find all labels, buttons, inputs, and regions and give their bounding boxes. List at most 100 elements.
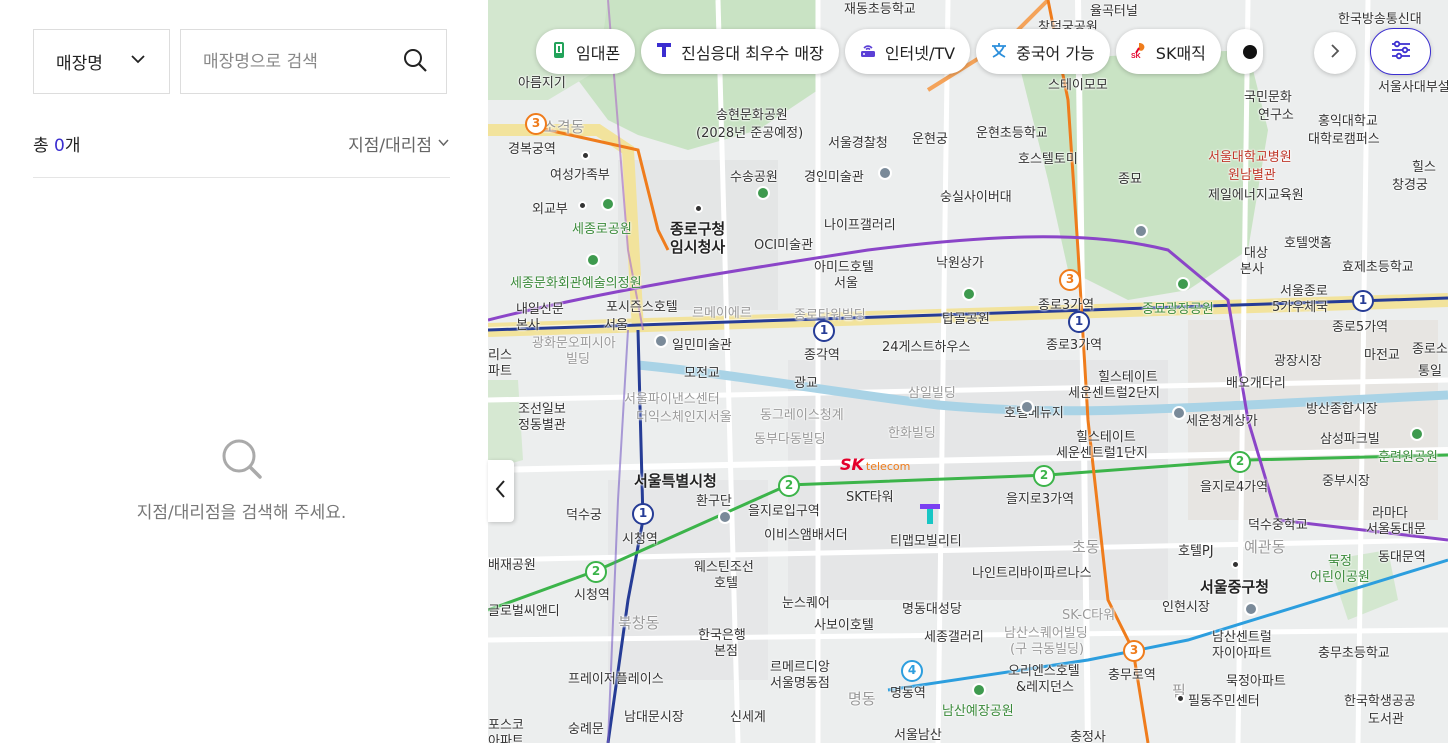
search-type-label: 매장명 <box>56 54 103 74</box>
map-label: 5가우체국 <box>1272 300 1329 315</box>
chip-best-service-store[interactable]: 진심응대 최우수 매장 <box>641 29 839 74</box>
map-label: 방산종합시장 <box>1306 402 1378 417</box>
result-count: 총 0개 <box>33 136 81 156</box>
map-label: 연구소 <box>1258 108 1294 123</box>
chevron-right-icon <box>1327 43 1343 63</box>
map-label: 인현시장 <box>1162 600 1210 615</box>
station-marker[interactable]: 2 <box>1229 451 1251 473</box>
station-marker[interactable]: 2 <box>1033 465 1055 487</box>
map-label: SK-C타워 <box>1062 608 1116 623</box>
chip-more[interactable] <box>1226 29 1263 74</box>
map-label: 종로소 <box>1412 342 1448 357</box>
map-label: 필동주민센터 <box>1188 694 1260 709</box>
map-label: 훈련원공원 <box>1378 450 1438 465</box>
router-icon <box>859 41 877 63</box>
map-label: 시청역 <box>622 532 658 547</box>
map-label: 경인미술관 <box>804 170 864 185</box>
sliders-icon <box>1389 38 1413 66</box>
map-label: 운현궁 <box>912 132 948 147</box>
place-dot-icon <box>581 151 590 160</box>
map-label: 을지로4가역 <box>1200 480 1269 495</box>
station-marker[interactable]: 2 <box>778 475 800 497</box>
station-marker[interactable]: 1 <box>1352 290 1374 312</box>
map-label: 효제초등학교 <box>1342 260 1414 275</box>
map-label: 배재공원 <box>488 558 536 573</box>
translate-icon <box>990 41 1008 63</box>
map-label: 세종로공원 <box>572 222 632 237</box>
search-type-select[interactable]: 매장명 <box>33 29 170 94</box>
map-label: 임시청사 <box>670 238 726 256</box>
map-label: 숭실사이버대 <box>940 190 1012 205</box>
store-search-box <box>180 29 447 94</box>
map-label: 한국학생공공 <box>1344 694 1416 709</box>
map-label: 한화빌딩 <box>888 426 936 441</box>
store-search-input[interactable] <box>203 51 393 72</box>
chip-sk-magic[interactable]: SK SK매직 <box>1115 29 1221 74</box>
map-label: 종묘 <box>1118 172 1142 187</box>
map-label: 제일에너지교육원 <box>1208 188 1304 203</box>
chevron-left-icon <box>494 478 508 504</box>
chip-internet-tv[interactable]: 인터넷/TV <box>844 29 971 74</box>
station-marker[interactable]: 4 <box>901 660 923 682</box>
chips-next-button[interactable] <box>1314 32 1356 74</box>
chip-label: 임대폰 <box>576 43 621 63</box>
map-label: 동부다동빌딩 <box>754 432 826 447</box>
search-icon[interactable] <box>402 47 428 77</box>
map-label: 서울명동점 <box>770 676 830 691</box>
station-marker[interactable]: 3 <box>1123 640 1145 662</box>
map-label: 한국방송통신대 <box>1338 12 1422 27</box>
map-label: 종묘광장공원 <box>1142 302 1214 317</box>
map-label: 신세계 <box>730 710 766 725</box>
map-label: 탑골공원 <box>942 312 990 327</box>
map-label: 파트 <box>488 364 512 379</box>
map-label: 북창동 <box>618 614 660 632</box>
collapse-panel-button[interactable] <box>488 460 514 522</box>
map-label: 대학로캠퍼스 <box>1308 132 1380 147</box>
map-label: 정동별관 <box>518 418 566 433</box>
map-label: 르메이에르 <box>692 306 752 321</box>
station-marker[interactable]: 3 <box>1059 269 1081 291</box>
hotel-icon <box>1134 224 1148 238</box>
filter-settings-button[interactable] <box>1370 28 1431 75</box>
hotel-icon <box>1020 400 1034 414</box>
map-label: 종로3가역 <box>1046 338 1103 353</box>
map-label: 호텔앳홈 <box>1284 236 1332 251</box>
station-marker[interactable]: 2 <box>585 561 607 583</box>
result-count-number: 0 <box>54 136 65 156</box>
map-label: 배오개다리 <box>1226 376 1286 391</box>
museum-icon <box>654 334 668 348</box>
landmark-icon <box>718 510 732 524</box>
app: 매장명 총 0개 지점/대리점 <box>0 0 1448 743</box>
map-label: 세운센트럴2단지 <box>1068 386 1160 401</box>
map-label: 아파트 <box>488 734 524 743</box>
map-label: 광교 <box>794 376 818 391</box>
store-type-filter[interactable]: 지점/대리점 <box>348 131 450 156</box>
map-label: 스테이모모 <box>1048 78 1108 93</box>
divider <box>33 177 450 178</box>
chip-rental-phone[interactable]: 임대폰 <box>536 29 636 74</box>
station-marker[interactable]: 1 <box>632 503 654 525</box>
station-marker[interactable]: 1 <box>1068 311 1090 333</box>
store-map[interactable]: 재동초등학교 창덕궁공원 율곡터널 한국방송통신대 아름지기 소격동 송현문화공… <box>488 0 1448 743</box>
store-search-panel: 매장명 총 0개 지점/대리점 <box>0 0 488 743</box>
map-label: 을지로입구역 <box>748 504 820 519</box>
map-label: 소격동 <box>543 118 585 136</box>
station-marker[interactable]: 3 <box>525 113 547 135</box>
sk-telecom-marker[interactable]: SK telecom <box>840 455 910 474</box>
map-label: 24게스트하우스 <box>882 340 971 355</box>
map-label: 국민문화 <box>1244 90 1292 105</box>
museum-icon <box>878 166 892 180</box>
map-label: 충무초등학교 <box>1318 646 1390 661</box>
chip-chinese-available[interactable]: 중국어 가능 <box>976 29 1110 74</box>
chip-label: 인터넷/TV <box>884 43 956 63</box>
chevron-down-icon <box>437 134 450 154</box>
map-label: 낙원상가 <box>936 256 984 271</box>
map-label: 어린이공원 <box>1310 570 1370 585</box>
map-label: 서울파이낸스센터 <box>624 392 720 407</box>
park-icon <box>1176 277 1190 291</box>
station-marker[interactable]: 1 <box>813 320 835 342</box>
map-label: 사보이호텔 <box>814 618 874 633</box>
map-label: 서울특별시청 <box>634 472 717 490</box>
map-label: 덕수중학교 <box>1248 518 1308 533</box>
map-label: 광장시장 <box>1274 354 1322 369</box>
